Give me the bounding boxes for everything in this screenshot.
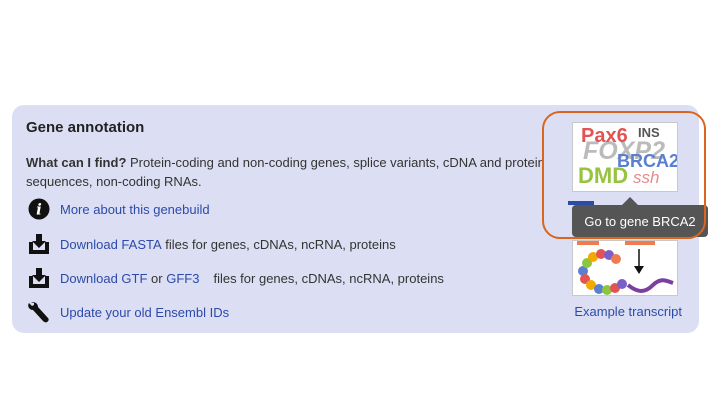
genebuild-link[interactable]: More about this genebuild (60, 202, 210, 217)
info-icon: i (26, 196, 52, 222)
transcript-image[interactable] (572, 240, 678, 296)
gtf-suffix: files for genes, cDNAs, ncRNA, proteins (213, 270, 444, 286)
download-fasta-link[interactable]: Download FASTA (60, 237, 162, 252)
wrench-icon (26, 299, 52, 325)
what-label: What can I find? (26, 155, 127, 170)
panel-description: What can I find? Protein-coding and non-… (26, 153, 556, 191)
fasta-row: Download FASTA files for genes, cDNAs, n… (26, 231, 396, 257)
svg-text:i: i (36, 201, 42, 219)
genebuild-row: i More about this genebuild (26, 196, 210, 222)
example-transcript-link[interactable]: Example transcript (574, 304, 682, 319)
or-text: or (147, 270, 167, 286)
fasta-suffix: files for genes, cDNAs, ncRNA, proteins (161, 236, 396, 252)
update-ids-row: Update your old Ensembl IDs (26, 299, 229, 325)
gff3-link[interactable]: GFF3 (166, 271, 199, 286)
gtf-row: Download GTF or GFF3 files for genes, cD… (26, 265, 444, 291)
download-icon (26, 231, 52, 257)
transcript-beads (578, 249, 627, 295)
highlight-box (542, 111, 706, 239)
download-icon (26, 265, 52, 291)
update-ids-link[interactable]: Update your old Ensembl IDs (60, 305, 229, 320)
download-gtf-link[interactable]: Download GTF (60, 271, 147, 286)
panel-title: Gene annotation (26, 119, 145, 136)
